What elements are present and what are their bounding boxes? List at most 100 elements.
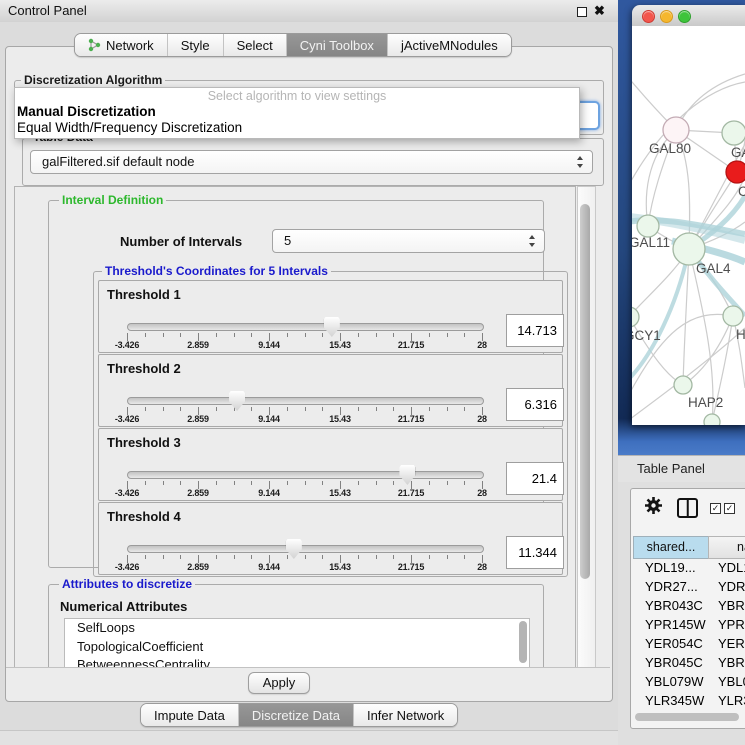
table-row[interactable]: YBR045CYBR0 — [631, 653, 745, 672]
network-view-window[interactable]: GAL80GACGAL11GAL4GCY1HHAP2 — [632, 5, 745, 425]
network-canvas[interactable]: GAL80GACGAL11GAL4GCY1HHAP2 — [632, 26, 745, 425]
threshold-value-field[interactable]: 14.713 — [506, 314, 564, 347]
slider-thumb[interactable] — [286, 539, 302, 559]
slider-tick — [234, 481, 235, 485]
number-of-intervals-combobox[interactable]: 5 — [272, 229, 545, 253]
network-node[interactable] — [704, 414, 720, 425]
network-node-gal11[interactable] — [637, 215, 659, 237]
column-header-shared[interactable]: shared... — [633, 536, 709, 559]
table-row[interactable]: YBL079WYBL0 — [631, 672, 745, 691]
column-header-name[interactable]: na — [708, 536, 745, 559]
attribute-list-item[interactable]: SelfLoops — [65, 619, 529, 638]
threshold-label: Threshold 4 — [107, 509, 181, 524]
network-node-gal80[interactable] — [663, 117, 689, 143]
slider-tick — [180, 407, 181, 411]
slider-tick — [393, 481, 394, 485]
slider-tick — [163, 555, 164, 559]
interval-definition-group: Interval Definition Number of Intervals … — [48, 200, 544, 568]
threshold-value-field[interactable]: 11.344 — [506, 536, 564, 569]
axis-tick-label: 9.144 — [239, 562, 299, 572]
tab-network[interactable]: Network — [75, 34, 167, 56]
slider-tick — [251, 333, 252, 337]
network-edge — [683, 316, 733, 385]
network-node-hap2[interactable] — [674, 376, 692, 394]
float-window-icon[interactable] — [577, 7, 587, 17]
dropdown-option-equal-width-frequency-discretization[interactable]: Equal Width/Frequency Discretization — [15, 120, 579, 136]
close-traffic-light[interactable] — [642, 10, 655, 23]
slider-thumb[interactable] — [229, 391, 245, 411]
cell-shared-name: YER054C — [645, 634, 703, 653]
table-row[interactable]: YPR145WYPR1 — [631, 615, 745, 634]
slider-tick — [447, 555, 448, 559]
slider-tick — [163, 333, 164, 337]
main-scrollbar[interactable] — [577, 186, 596, 669]
slider-thumb[interactable] — [399, 465, 415, 485]
slider-tick — [251, 481, 252, 485]
tab-style[interactable]: Style — [167, 34, 223, 56]
horizontal-scrollbar-thumb[interactable] — [635, 713, 739, 721]
threshold-value-field[interactable]: 21.4 — [506, 462, 564, 495]
checkbox-icon[interactable]: ✓ — [710, 503, 721, 514]
axis-tick-label: 2.859 — [168, 340, 228, 350]
dropdown-option-manual-discretization[interactable]: Manual Discretization — [15, 104, 579, 120]
attribute-list-item[interactable]: TopologicalCoefficient — [65, 638, 529, 657]
tab-impute-data[interactable]: Impute Data — [141, 704, 238, 726]
network-node-gcy1[interactable] — [632, 307, 639, 327]
tab-label: jActiveMNodules — [401, 38, 498, 53]
slider-tick — [163, 407, 164, 411]
cell-name: YDL1 — [718, 558, 745, 577]
table-data-combobox[interactable]: galFiltered.sif default node — [30, 150, 593, 174]
cell-shared-name: YBR043C — [645, 596, 703, 615]
list-scrollbar-thumb[interactable] — [519, 621, 527, 663]
cell-shared-name: YDL19... — [645, 558, 696, 577]
tab-label: Network — [106, 38, 154, 53]
minimize-traffic-light[interactable] — [660, 10, 673, 23]
tab-jactivemnodules[interactable]: jActiveMNodules — [387, 34, 511, 56]
gear-icon[interactable] — [644, 496, 663, 515]
tab-infer-network[interactable]: Infer Network — [353, 704, 457, 726]
slider-tick — [145, 481, 146, 485]
tab-discretize-data[interactable]: Discretize Data — [238, 704, 353, 726]
control-panel-title: Control Panel — [8, 3, 87, 18]
slider-tick — [376, 555, 377, 559]
slider-track[interactable] — [127, 545, 484, 553]
table-row[interactable]: YDL19... YDL1 — [631, 558, 745, 577]
table-row[interactable]: YER054CYER0 — [631, 634, 745, 653]
table-row[interactable]: YBR043CYBR0 — [631, 596, 745, 615]
table-row[interactable]: YDR27...YDR2 — [631, 577, 745, 596]
network-node-ga[interactable] — [722, 121, 745, 145]
tab-cyni-toolbox[interactable]: Cyni Toolbox — [286, 34, 387, 56]
main-scrollbar-thumb[interactable] — [580, 204, 590, 579]
axis-tick-label: 9.144 — [239, 414, 299, 424]
axis-tick-label: 15.43 — [310, 488, 370, 498]
axis-tick-label: -3.426 — [97, 562, 157, 572]
close-icon[interactable]: ✖ — [594, 3, 605, 19]
cyni-mode-tabbar: Impute Data Discretize Data Infer Network — [140, 703, 458, 727]
checkbox-icon[interactable]: ✓ — [724, 503, 735, 514]
axis-tick-label: -3.426 — [97, 488, 157, 498]
slider-tick — [464, 481, 465, 485]
slider-track[interactable] — [127, 323, 484, 331]
network-window-titlebar[interactable] — [632, 5, 745, 27]
zoom-traffic-light[interactable] — [678, 10, 691, 23]
horizontal-scrollbar[interactable] — [631, 711, 745, 724]
cell-shared-name: YLR345W — [645, 691, 704, 710]
slider-tick — [180, 555, 181, 559]
slider-track[interactable] — [127, 397, 484, 405]
apply-button[interactable]: Apply — [248, 672, 310, 694]
cell-shared-name: YPR145W — [645, 615, 706, 634]
tab-label: Discretize Data — [252, 708, 340, 723]
slider-track[interactable] — [127, 471, 484, 479]
threshold-value-field[interactable]: 6.316 — [506, 388, 564, 421]
table-row[interactable]: YLR345WYLR3 — [631, 691, 745, 710]
axis-tick-label: 28 — [452, 488, 512, 498]
slider-tick — [251, 407, 252, 411]
slider-thumb[interactable] — [324, 317, 340, 337]
network-node-c[interactable] — [726, 161, 745, 183]
column-layout-icon[interactable] — [677, 498, 698, 518]
network-node-h[interactable] — [723, 306, 743, 326]
tab-select[interactable]: Select — [223, 34, 286, 56]
network-node-label: GAL11 — [632, 235, 670, 250]
network-node-label: H — [736, 327, 745, 342]
threshold-row: Threshold 1-3.4262.8599.14415.4321.71528… — [98, 280, 563, 353]
